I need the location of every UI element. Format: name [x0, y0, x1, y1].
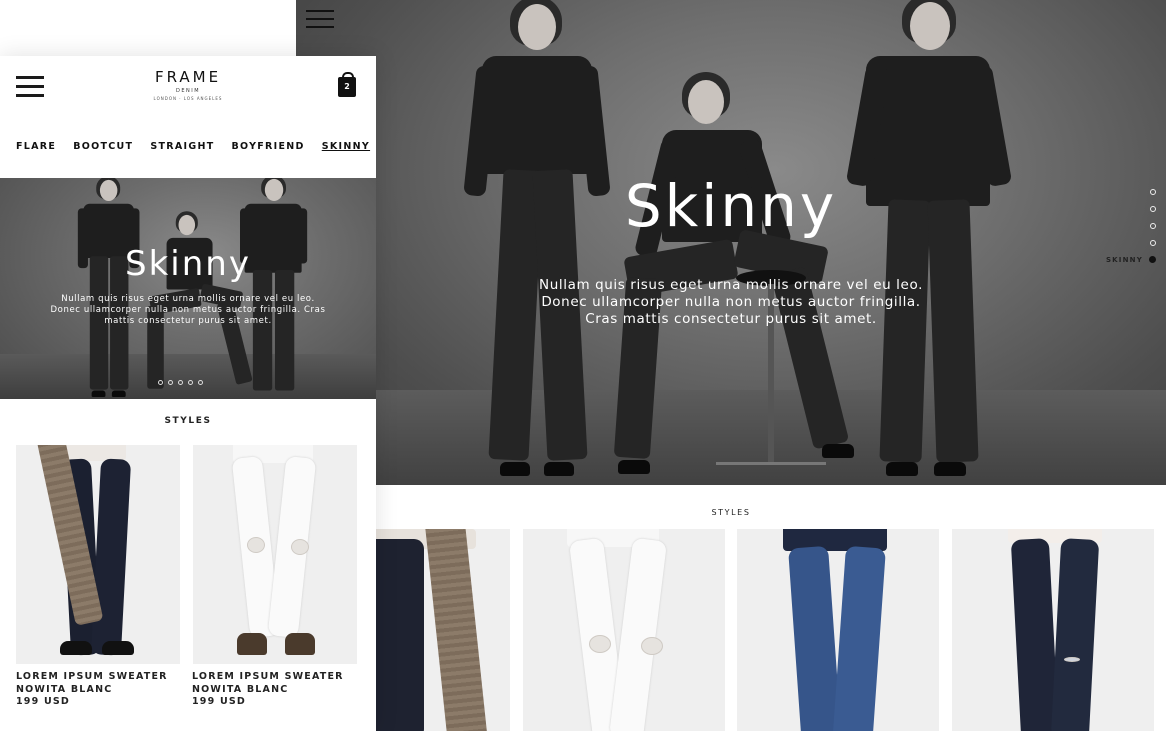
hero-text-line: Nullam quis risus eget urna mollis ornar… — [539, 277, 923, 293]
product-name: LOREM IPSUM SWEATER — [16, 671, 168, 682]
nav-item-boyfriend[interactable]: BOYFRIEND — [232, 141, 305, 152]
hero-description: Nullam quis risus eget urna mollis ornar… — [40, 294, 336, 327]
brand-name: FRAME — [154, 68, 222, 86]
hero-pager — [158, 380, 203, 385]
product-card[interactable] — [737, 529, 939, 731]
nav-item-straight[interactable]: STRAIGHT — [150, 141, 214, 152]
nav-item-bootcut[interactable]: BOOTCUT — [73, 141, 133, 152]
product-variant: NOWITA BLANC — [16, 683, 113, 695]
nav-item-flare[interactable]: FLARE — [16, 141, 56, 152]
section-dot-label: SKINNY — [1105, 255, 1143, 264]
product-card[interactable] — [16, 445, 180, 664]
pager-dot[interactable] — [198, 380, 203, 385]
section-dot[interactable] — [1150, 205, 1156, 212]
mobile-view: FRAME DENIM LONDON · LOS ANGELES 2 FLARE… — [0, 56, 376, 731]
section-dot-active[interactable] — [1149, 256, 1156, 263]
styles-heading: STYLES — [711, 508, 751, 517]
mobile-top-spacer — [0, 0, 296, 56]
product-info[interactable]: LOREM IPSUM SWEATER NOWITA BLANC 199 USD — [16, 671, 186, 709]
product-price: 199 USD — [16, 696, 70, 707]
cart-count: 2 — [344, 82, 350, 91]
section-dot[interactable] — [1150, 239, 1156, 246]
product-card[interactable] — [376, 529, 510, 731]
product-name: LOREM IPSUM SWEATER — [192, 671, 344, 682]
styles-heading: STYLES — [164, 416, 212, 426]
brand-sub: DENIM — [175, 88, 201, 94]
product-card[interactable] — [193, 445, 357, 664]
section-dot[interactable] — [1150, 188, 1156, 195]
product-card[interactable] — [523, 529, 725, 731]
hamburger-menu-icon[interactable] — [16, 76, 44, 98]
hero-text-line: Donec ullamcorper nulla non metus auctor… — [50, 305, 326, 315]
brand-logo[interactable]: FRAME DENIM LONDON · LOS ANGELES — [138, 68, 238, 101]
hero-description: Nullam quis risus eget urna mollis ornar… — [516, 277, 946, 328]
section-dot[interactable] — [1150, 222, 1156, 229]
hero-text-line: Nullam quis risus eget urna mollis ornar… — [61, 294, 315, 304]
pager-dot[interactable] — [178, 380, 183, 385]
hero-text-line: Donec ullamcorper nulla non metus auctor… — [541, 294, 921, 310]
hero-banner: Skinny Nullam quis risus eget urna molli… — [296, 0, 1166, 485]
category-nav: FLARE BOOTCUT STRAIGHT BOYFRIEND SKINNY — [16, 141, 370, 152]
desktop-view: Skinny Nullam quis risus eget urna molli… — [296, 0, 1166, 731]
product-variant: NOWITA BLANC — [192, 683, 289, 695]
product-card[interactable] — [952, 529, 1154, 731]
hero-floor — [296, 390, 1166, 485]
pager-dot[interactable] — [188, 380, 193, 385]
pager-dot[interactable] — [168, 380, 173, 385]
hamburger-menu-icon[interactable] — [306, 10, 334, 32]
brand-cities: LONDON · LOS ANGELES — [153, 96, 223, 101]
shopping-bag-icon[interactable]: 2 — [338, 72, 356, 97]
hero-banner: Skinny Nullam quis risus eget urna molli… — [0, 178, 376, 399]
hero-text-line: Cras mattis consectetur purus sit amet. — [585, 311, 877, 327]
nav-item-skinny[interactable]: SKINNY — [322, 141, 370, 152]
product-price: 199 USD — [192, 696, 246, 707]
section-dot-nav: SKINNY — [1106, 183, 1156, 268]
product-info[interactable]: LOREM IPSUM SWEATER NOWITA BLANC 199 USD — [192, 671, 362, 709]
hero-title: Skinny — [624, 172, 838, 240]
hero-text-line: mattis consectetur purus sit amet. — [104, 316, 272, 326]
hero-title: Skinny — [125, 244, 251, 284]
pager-dot[interactable] — [158, 380, 163, 385]
